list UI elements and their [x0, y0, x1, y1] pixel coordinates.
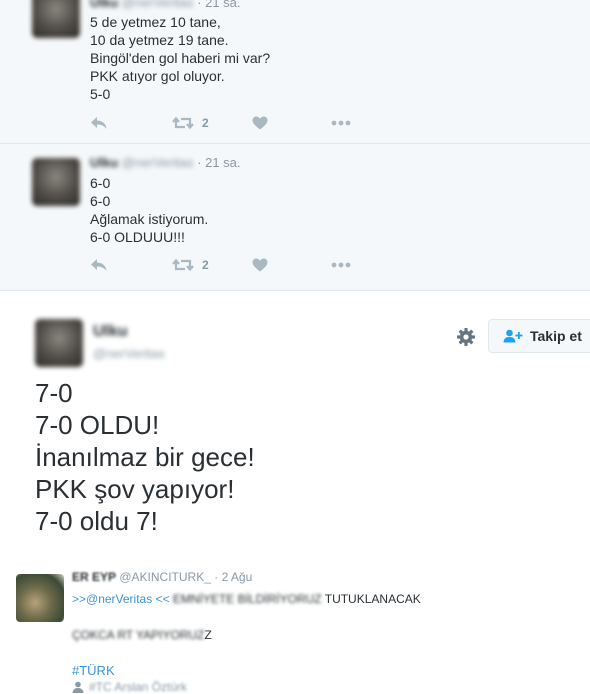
tweet-time[interactable]: · 21 sa.: [197, 155, 240, 170]
retweet-count: 2: [202, 258, 209, 272]
user-name[interactable]: ER EYP: [72, 570, 116, 584]
follow-button[interactable]: Takip et: [488, 319, 590, 353]
tweet-line: 6-0 OLDUUU!!!: [90, 229, 185, 245]
reply-thread: Ulku @nerVeritas · 21 sa. 5 de yetmez 10…: [0, 0, 590, 290]
more-button[interactable]: [331, 113, 351, 133]
like-button[interactable]: [252, 255, 268, 275]
user-handle[interactable]: @nerVeritas: [93, 346, 165, 361]
tweet-line: 7-0 OLDU!: [35, 410, 160, 440]
reply-icon: [91, 259, 107, 271]
blurred-text: ÇOKCA RT YAPIYORUZ: [72, 628, 205, 642]
more-dots-icon: [331, 120, 351, 126]
tweet-line: 7-0: [35, 378, 73, 408]
retweet-button[interactable]: 2: [172, 113, 209, 133]
tweet-line: 5-0: [90, 86, 111, 102]
retweet-button[interactable]: 2: [172, 255, 209, 275]
add-user-icon: [503, 329, 523, 343]
tweet-time[interactable]: · 2 Ağu: [214, 570, 252, 584]
tweet-line: 6-0: [90, 175, 111, 191]
follow-label: Takip et: [530, 328, 582, 344]
tweet-line: >>@nerVeritas << EMNİYETE BİLDİRİYORUZ T…: [72, 592, 421, 606]
tweet-line: PKK atıyor gol oluyor.: [90, 68, 225, 84]
tweet-meta: ER EYP @AKINCITURK_ · 2 Ağu: [72, 570, 252, 584]
tweet-actions: 2: [90, 113, 360, 133]
tweet-word: Z: [204, 628, 212, 642]
tweet-actions: 2: [90, 255, 360, 275]
user-handle[interactable]: @nerVeritas: [122, 0, 194, 10]
tweet-line: 7-0 oldu 7!: [35, 506, 158, 536]
tweet-line: PKK şov yapıyor!: [35, 474, 235, 504]
avatar[interactable]: [16, 574, 64, 622]
user-name[interactable]: Ulku: [93, 323, 128, 341]
tweet-meta: Ulku @nerVeritas · 21 sa.: [90, 155, 241, 170]
reply-tweet-1[interactable]: Ulku @nerVeritas · 21 sa. 5 de yetmez 10…: [0, 0, 590, 144]
avatar[interactable]: [32, 0, 80, 38]
user-name[interactable]: Ulku: [90, 0, 118, 10]
tweet-line: İnanılmaz bir gece!: [35, 442, 255, 472]
tweet-line: 10 da yetmez 19 tane.: [90, 32, 229, 48]
tweet-text: 5 de yetmez 10 tane, 10 da yetmez 19 tan…: [90, 13, 270, 103]
avatar[interactable]: [32, 158, 80, 206]
reply-icon: [91, 117, 107, 129]
user-icon: [72, 681, 84, 693]
like-button[interactable]: [252, 113, 268, 133]
mention-link[interactable]: >>@nerVeritas <<: [72, 592, 170, 606]
retweet-icon: [172, 258, 194, 272]
avatar[interactable]: [35, 319, 83, 367]
user-name[interactable]: Ulku: [90, 155, 118, 170]
more-dots-icon: [331, 262, 351, 268]
heart-icon: [252, 258, 268, 272]
more-button[interactable]: [331, 255, 351, 275]
tweet-text: 7-0 7-0 OLDU! İnanılmaz bir gece! PKK şo…: [35, 377, 255, 537]
blurred-text: EMNİYETE BİLDİRİYORUZ: [172, 592, 322, 606]
hashtag-link[interactable]: #TÜRK: [72, 663, 115, 678]
tweet-line: 6-0: [90, 193, 111, 209]
user-handle[interactable]: @nerVeritas: [122, 155, 194, 170]
tweet-meta: Ulku @nerVeritas · 21 sa.: [90, 0, 241, 10]
tweet-time[interactable]: · 21 sa.: [197, 0, 240, 10]
user-handle[interactable]: @AKINCITURK_: [119, 570, 211, 584]
tweet-text: 6-0 6-0 Ağlamak istiyorum. 6-0 OLDUUU!!!: [90, 174, 208, 246]
tweet-word: TUTUKLANACAK: [324, 592, 421, 606]
reply-button[interactable]: [90, 113, 108, 133]
retweet-icon: [172, 116, 194, 130]
tweet-line: Ağlamak istiyorum.: [90, 211, 209, 227]
reply-tweet-2[interactable]: Ulku @nerVeritas · 21 sa. 6-0 6-0 Ağlama…: [0, 144, 590, 290]
tweet-line: 5 de yetmez 10 tane,: [90, 14, 221, 30]
tweet-line: Bingöl'den gol haberi mi var?: [90, 50, 271, 66]
gear-icon[interactable]: [456, 327, 476, 347]
heart-icon: [252, 116, 268, 130]
retweet-count: 2: [202, 116, 209, 130]
reply-button[interactable]: [90, 255, 108, 275]
quoted-reply[interactable]: ER EYP @AKINCITURK_ · 2 Ağu >>@nerVerita…: [0, 562, 590, 694]
tweet-line: ÇOKCA RT YAPIYORUZZ: [72, 628, 212, 642]
